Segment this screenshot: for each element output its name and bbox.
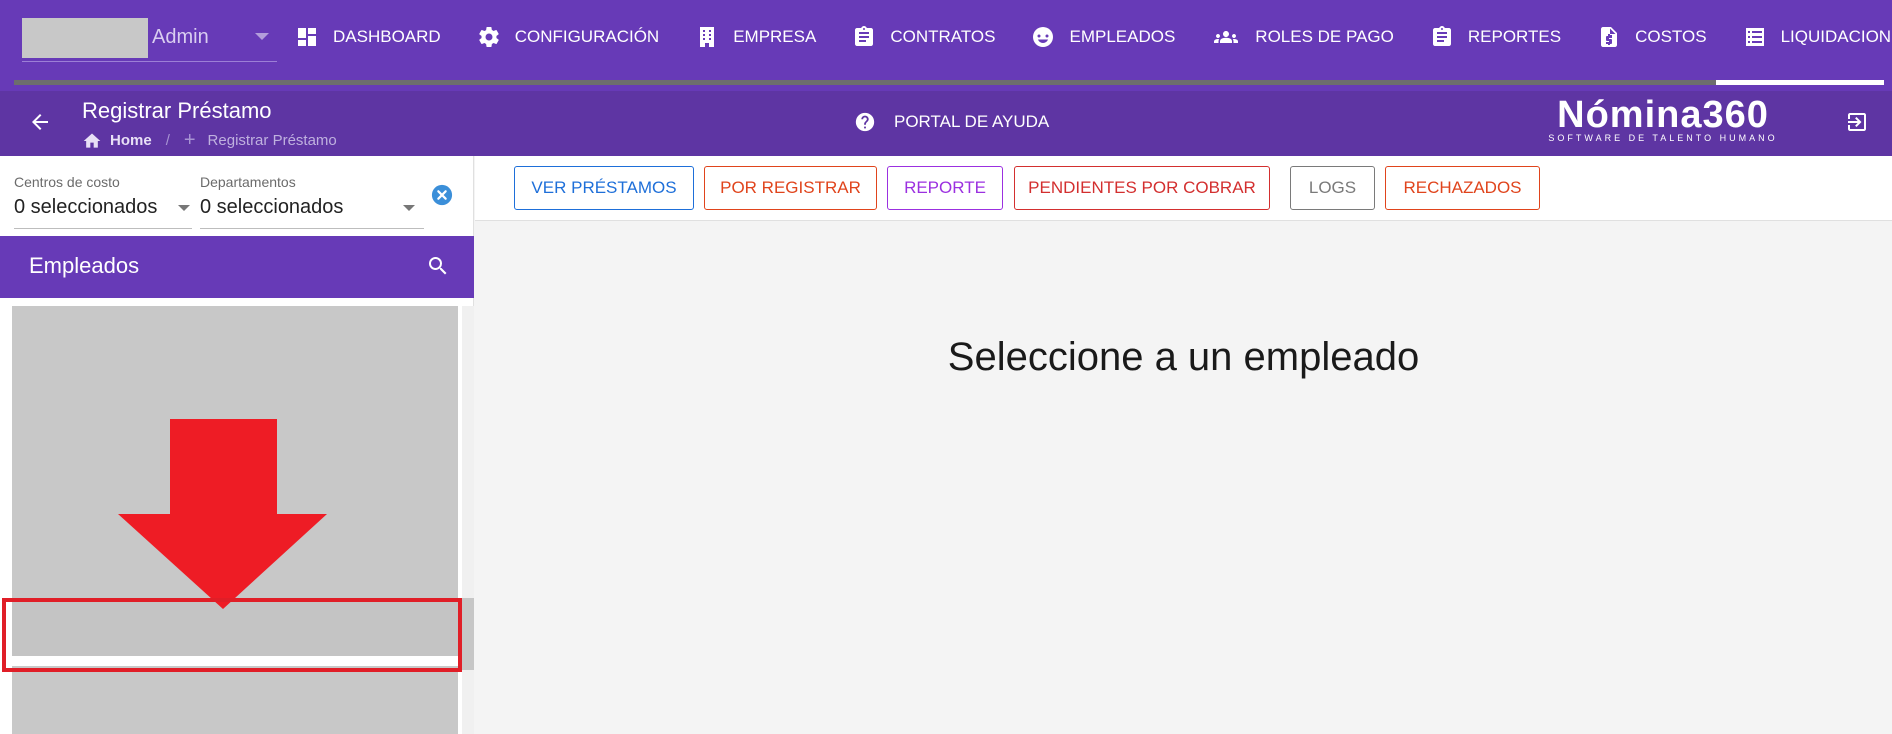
list-icon (1745, 28, 1764, 46)
cost-center-value: 0 seleccionados (14, 196, 158, 218)
nav-item-empleados[interactable]: EMPLEADOS (1031, 25, 1175, 49)
page-title: Registrar Préstamo (82, 98, 272, 123)
brand-name: Nómina360 (1557, 94, 1769, 136)
nav-item-roles-de-pago[interactable]: ROLES DE PAGO (1211, 25, 1394, 49)
logout-icon[interactable] (1845, 110, 1869, 134)
annotation-highlight-box (2, 598, 462, 672)
help-portal-link[interactable]: PORTAL DE AYUDA (854, 111, 1049, 133)
department-filter[interactable]: Departamentos 0 seleccionados (200, 174, 343, 219)
report-button[interactable]: REPORTE (887, 166, 1003, 210)
nav-item-label: CONTRATOS (890, 27, 996, 46)
employee-list-scrollbar-thumb[interactable] (462, 598, 474, 670)
chevron-down-icon[interactable] (178, 205, 190, 211)
view-loans-button[interactable]: VER PRÉSTAMOS (514, 166, 694, 210)
back-arrow-icon[interactable] (28, 110, 52, 134)
user-name: Admin (152, 26, 209, 48)
annotation-arrow (118, 419, 327, 609)
breadcrumb-current: Registrar Préstamo (207, 132, 337, 149)
list-item[interactable] (12, 666, 458, 734)
employee-panel: Centros de costo 0 seleccionados Departa… (0, 156, 474, 734)
clear-filters-icon[interactable] (431, 184, 453, 206)
breadcrumb-separator: / (165, 132, 170, 149)
rejected-button[interactable]: RECHAZADOS (1385, 166, 1540, 210)
gear-icon (478, 27, 499, 48)
action-toolbar: VER PRÉSTAMOS POR REGISTRAR REPORTE PEND… (475, 156, 1892, 221)
nav-item-reportes[interactable]: REPORTES (1430, 25, 1561, 49)
brand-logo: Nómina360 SOFTWARE DE TALENTO HUMANO (1548, 95, 1778, 143)
nav-item-label: EMPLEADOS (1069, 27, 1176, 46)
employee-list (0, 298, 474, 734)
department-label: Departamentos (200, 174, 296, 190)
group-icon (1214, 31, 1239, 43)
nav-item-label: EMPRESA (733, 27, 817, 46)
nav-item-label: LIQUIDACIONES (1780, 27, 1892, 46)
nav-item-liquidaciones[interactable]: LIQUIDACIONES (1743, 25, 1892, 49)
cost-center-underline (14, 228, 192, 229)
to-register-button[interactable]: POR REGISTRAR (704, 166, 877, 210)
chevron-down-icon[interactable] (403, 205, 415, 211)
breadcrumb-home[interactable]: Home (110, 132, 152, 149)
pending-collection-button[interactable]: PENDIENTES POR COBRAR (1014, 166, 1270, 210)
nav-item-dashboard[interactable]: DASHBOARD (295, 25, 441, 49)
nav-item-costos[interactable]: COSTOS (1597, 25, 1707, 49)
nav-scrollbar[interactable] (14, 80, 1884, 85)
department-value: 0 seleccionados (200, 196, 344, 218)
nav-item-empresa[interactable]: EMPRESA (695, 25, 816, 49)
logs-button[interactable]: LOGS (1290, 166, 1375, 210)
avatar (22, 18, 148, 58)
help-icon (855, 112, 875, 132)
nav-scrollbar-thumb[interactable] (1716, 80, 1884, 85)
invoice-icon (1601, 27, 1618, 47)
nav-item-contratos[interactable]: CONTRATOS (852, 25, 995, 49)
search-icon[interactable] (426, 254, 450, 278)
nav-items: DASHBOARD CONFIGURACIÓN EMPRESA CONTRATO… (295, 25, 1892, 49)
cost-center-label: Centros de costo (14, 174, 120, 190)
dashboard-icon (298, 28, 316, 46)
nav-item-label: COSTOS (1635, 27, 1707, 46)
help-portal-label: PORTAL DE AYUDA (894, 112, 1050, 131)
breadcrumb: Home / + Registrar Préstamo (82, 129, 337, 152)
nav-item-configuracion[interactable]: CONFIGURACIÓN (477, 25, 660, 49)
nav-item-label: REPORTES (1467, 27, 1562, 46)
clipboard-icon (855, 26, 874, 46)
home-icon[interactable] (82, 131, 102, 151)
nav-item-label: CONFIGURACIÓN (514, 27, 660, 46)
empty-state-message: Seleccione a un empleado (947, 335, 1420, 379)
user-selector[interactable]: Admin (22, 18, 277, 62)
nav-item-label: DASHBOARD (333, 27, 441, 46)
employees-title: Empleados (29, 253, 140, 278)
face-icon (1033, 27, 1054, 47)
employees-header: Empleados (0, 236, 474, 298)
nav-item-label: ROLES DE PAGO (1255, 27, 1394, 46)
plus-icon: + (183, 129, 196, 151)
clipboard-icon (1432, 26, 1451, 46)
department-underline (200, 228, 424, 229)
page-header: Registrar Préstamo Home / + Registrar Pr… (0, 91, 1892, 156)
brand-tagline: SOFTWARE DE TALENTO HUMANO (1548, 133, 1778, 143)
top-navigation: Admin DASHBOARD CONFIGURACIÓN EMPRESA CO… (0, 0, 1892, 91)
building-icon (700, 27, 715, 47)
chevron-down-icon[interactable] (255, 33, 269, 40)
cost-center-filter[interactable]: Centros de costo 0 seleccionados (14, 174, 157, 219)
